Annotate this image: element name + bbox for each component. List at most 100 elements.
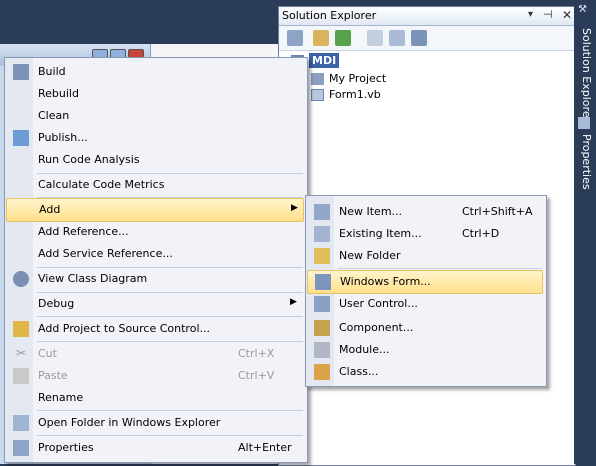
tree-item-label: My Project <box>329 72 387 85</box>
dock-tab-properties[interactable]: Properties <box>577 134 593 190</box>
menu-item-label: Clean <box>38 109 70 122</box>
menu-item-clean[interactable]: Clean <box>6 105 306 127</box>
auto-hide-pin-icon[interactable]: ⊣ <box>543 8 553 21</box>
new-item-icon <box>314 204 330 220</box>
menu-item-label: Cut <box>38 347 57 360</box>
menu-item-label: User Control... <box>339 297 418 310</box>
menu-item-label: Debug <box>38 297 75 310</box>
menu-item-shortcut: Ctrl+D <box>462 227 500 240</box>
menu-item-label: Add Project to Source Control... <box>38 322 210 335</box>
menu-item-properties[interactable]: Properties Alt+Enter <box>6 437 306 459</box>
show-all-files-icon[interactable] <box>313 30 329 46</box>
menu-item-shortcut: Ctrl+V <box>238 369 275 382</box>
menu-item-shortcut: Alt+Enter <box>238 441 292 454</box>
menu-item-label: Existing Item... <box>339 227 422 240</box>
wrench-icon: ⚒ <box>578 4 587 15</box>
module-icon <box>314 342 330 358</box>
menu-item-module[interactable]: Module... <box>307 339 545 361</box>
menu-item-new-folder[interactable]: New Folder <box>307 245 545 267</box>
solution-explorer-header: Solution Explorer ▾ ⊣ ✕ <box>279 7 575 26</box>
menu-item-label: Build <box>38 65 66 78</box>
tree-item-label: Form1.vb <box>329 88 381 101</box>
menu-item-label: Add Reference... <box>38 225 129 238</box>
menu-item-label: New Folder <box>339 249 401 262</box>
tree-item-label: MDI <box>309 53 340 68</box>
menu-item-rebuild[interactable]: Rebuild <box>6 83 306 105</box>
scissors-icon: ✂ <box>15 346 27 360</box>
window-position-icon[interactable]: ▾ <box>528 9 533 20</box>
project-context-menu: Build Rebuild Clean Publish... Run Code … <box>4 57 308 463</box>
menu-item-label: Rename <box>38 391 84 404</box>
menu-item-add[interactable]: Add ▶ <box>6 198 304 222</box>
menu-item-windows-form[interactable]: Windows Form... <box>307 270 543 294</box>
menu-item-label: Open Folder in Windows Explorer <box>38 416 221 429</box>
view-class-diagram-icon[interactable] <box>411 30 427 46</box>
open-folder-icon <box>13 415 29 431</box>
menu-item-build[interactable]: Build <box>6 61 306 83</box>
menu-item-label: Calculate Code Metrics <box>38 178 165 191</box>
paste-icon <box>13 368 29 384</box>
menu-item-label: Add <box>39 203 61 216</box>
menu-item-add-to-source-control[interactable]: Add Project to Source Control... <box>6 318 306 340</box>
menu-item-new-item[interactable]: New Item... Ctrl+Shift+A <box>307 201 545 223</box>
my-project-icon <box>311 73 324 85</box>
menu-item-label: New Item... <box>339 205 403 218</box>
menu-item-cut[interactable]: ✂ Cut Ctrl+X <box>6 343 306 365</box>
menu-item-label: Paste <box>38 369 68 382</box>
form-file-icon <box>311 89 324 101</box>
user-control-icon <box>314 296 330 312</box>
menu-item-calculate-code-metrics[interactable]: Calculate Code Metrics <box>6 174 306 196</box>
menu-item-open-folder[interactable]: Open Folder in Windows Explorer <box>6 412 306 434</box>
menu-item-publish[interactable]: Publish... <box>6 127 306 149</box>
submenu-arrow-icon: ▶ <box>290 297 297 307</box>
solution-explorer-toolbar <box>279 26 575 51</box>
solution-explorer-title: Solution Explorer <box>282 9 377 22</box>
menu-item-label: Class... <box>339 365 379 378</box>
close-panel-icon[interactable]: ✕ <box>562 8 572 22</box>
menu-item-rename[interactable]: Rename <box>6 387 306 409</box>
menu-item-label: Run Code Analysis <box>38 153 140 166</box>
menu-separator <box>37 410 303 411</box>
right-dock-strip: ⚒ Solution Explorer Properties <box>574 0 596 464</box>
component-icon <box>314 320 330 336</box>
menu-separator <box>37 341 303 342</box>
class-icon <box>314 364 330 380</box>
publish-icon <box>13 130 29 146</box>
menu-item-debug[interactable]: Debug ▶ <box>6 293 306 315</box>
menu-item-component[interactable]: Component... <box>307 317 545 339</box>
class-diagram-icon <box>13 271 29 287</box>
properties-icon <box>13 440 29 456</box>
menu-item-add-service-reference[interactable]: Add Service Reference... <box>6 243 306 265</box>
menu-item-paste[interactable]: Paste Ctrl+V <box>6 365 306 387</box>
menu-item-existing-item[interactable]: Existing Item... Ctrl+D <box>307 223 545 245</box>
existing-item-icon <box>314 226 330 242</box>
menu-item-label: Module... <box>339 343 390 356</box>
menu-separator <box>338 268 542 269</box>
menu-separator <box>37 316 303 317</box>
menu-item-class[interactable]: Class... <box>307 361 545 383</box>
menu-item-label: Add Service Reference... <box>38 247 173 260</box>
menu-item-label: Rebuild <box>38 87 79 100</box>
refresh-icon[interactable] <box>335 30 351 46</box>
menu-item-label: Component... <box>339 321 414 334</box>
menu-item-view-class-diagram[interactable]: View Class Diagram <box>6 268 306 290</box>
menu-item-label: Properties <box>38 441 94 454</box>
menu-item-add-reference[interactable]: Add Reference... <box>6 221 306 243</box>
folder-icon <box>314 248 330 264</box>
menu-item-label: Publish... <box>38 131 88 144</box>
menu-item-user-control[interactable]: User Control... <box>307 293 545 315</box>
view-designer-icon[interactable] <box>389 30 405 46</box>
menu-item-shortcut: Ctrl+X <box>238 347 275 360</box>
designer-top-bar <box>0 0 278 44</box>
dock-tab-solution-explorer[interactable]: Solution Explorer <box>577 28 593 122</box>
menu-item-shortcut: Ctrl+Shift+A <box>462 205 533 218</box>
menu-item-run-code-analysis[interactable]: Run Code Analysis <box>6 149 306 171</box>
properties-dock-icon <box>578 117 590 129</box>
add-submenu: New Item... Ctrl+Shift+A Existing Item..… <box>305 195 547 387</box>
build-icon <box>13 64 29 80</box>
view-code-icon[interactable] <box>367 30 383 46</box>
properties-icon[interactable] <box>287 30 303 46</box>
windows-form-icon <box>315 274 331 290</box>
submenu-arrow-icon: ▶ <box>291 203 298 213</box>
menu-separator <box>37 435 303 436</box>
